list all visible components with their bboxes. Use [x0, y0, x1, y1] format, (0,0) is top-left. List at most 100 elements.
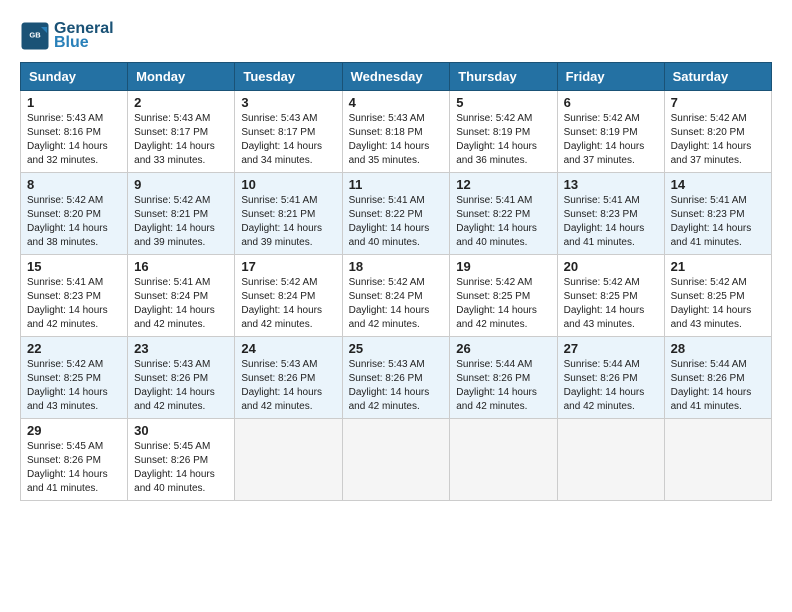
col-sunday: Sunday: [21, 63, 128, 91]
day-info: Sunrise: 5:41 AMSunset: 8:23 PMDaylight:…: [27, 276, 121, 332]
calendar-week-row: 8Sunrise: 5:42 AMSunset: 8:20 PMDaylight…: [21, 173, 772, 255]
day-number: 23: [134, 341, 228, 356]
logo-icon: GB: [20, 21, 50, 51]
calendar-day: 30 Sunrise: 5:45 AMSunset: 8:26 PMDayligh…: [128, 419, 235, 501]
day-number: 4: [349, 95, 444, 110]
day-info: Sunrise: 5:42 AMSunset: 8:21 PMDaylight:…: [134, 194, 228, 250]
day-info: Sunrise: 5:43 AMSunset: 8:18 PMDaylight:…: [349, 112, 444, 168]
calendar-day: 2 Sunrise: 5:43 AMSunset: 8:17 PMDaylight…: [128, 91, 235, 173]
day-number: 27: [564, 341, 658, 356]
day-info: Sunrise: 5:43 AMSunset: 8:26 PMDaylight:…: [349, 358, 444, 414]
day-number: 21: [671, 259, 765, 274]
day-info: Sunrise: 5:45 AMSunset: 8:26 PMDaylight:…: [27, 440, 121, 496]
day-number: 7: [671, 95, 765, 110]
calendar-day: 26 Sunrise: 5:44 AMSunset: 8:26 PMDayligh…: [450, 337, 557, 419]
day-number: 2: [134, 95, 228, 110]
day-number: 3: [241, 95, 335, 110]
calendar-day: 28 Sunrise: 5:44 AMSunset: 8:26 PMDayligh…: [664, 337, 771, 419]
day-number: 9: [134, 177, 228, 192]
day-number: 19: [456, 259, 550, 274]
col-wednesday: Wednesday: [342, 63, 450, 91]
calendar-day: 5 Sunrise: 5:42 AMSunset: 8:19 PMDaylight…: [450, 91, 557, 173]
day-info: Sunrise: 5:41 AMSunset: 8:21 PMDaylight:…: [241, 194, 335, 250]
day-number: 20: [564, 259, 658, 274]
page-header: GB General Blue: [20, 20, 772, 52]
svg-text:GB: GB: [29, 31, 41, 40]
calendar-day: 11 Sunrise: 5:41 AMSunset: 8:22 PMDayligh…: [342, 173, 450, 255]
day-info: Sunrise: 5:42 AMSunset: 8:25 PMDaylight:…: [564, 276, 658, 332]
day-number: 6: [564, 95, 658, 110]
day-number: 26: [456, 341, 550, 356]
calendar-day: 12Sunrise: 5:41 AMSunset: 8:22 PMDayligh…: [450, 173, 557, 255]
calendar-day: 8Sunrise: 5:42 AMSunset: 8:20 PMDaylight…: [21, 173, 128, 255]
calendar-week-row: 22 Sunrise: 5:42 AMSunset: 8:25 PMDayligh…: [21, 337, 772, 419]
day-info: Sunrise: 5:42 AMSunset: 8:20 PMDaylight:…: [671, 112, 765, 168]
logo: GB General Blue: [20, 20, 114, 52]
calendar-day: 18 Sunrise: 5:42 AMSunset: 8:24 PMDayligh…: [342, 255, 450, 337]
calendar-day: 13Sunrise: 5:41 AMSunset: 8:23 PMDayligh…: [557, 173, 664, 255]
day-info: Sunrise: 5:43 AMSunset: 8:26 PMDaylight:…: [241, 358, 335, 414]
day-info: Sunrise: 5:42 AMSunset: 8:25 PMDaylight:…: [27, 358, 121, 414]
day-number: 10: [241, 177, 335, 192]
day-info: Sunrise: 5:43 AMSunset: 8:17 PMDaylight:…: [241, 112, 335, 168]
day-number: 18: [349, 259, 444, 274]
day-info: Sunrise: 5:42 AMSunset: 8:25 PMDaylight:…: [671, 276, 765, 332]
col-saturday: Saturday: [664, 63, 771, 91]
day-info: Sunrise: 5:42 AMSunset: 8:19 PMDaylight:…: [456, 112, 550, 168]
day-info: Sunrise: 5:44 AMSunset: 8:26 PMDaylight:…: [456, 358, 550, 414]
empty-cell: [664, 419, 771, 501]
day-number: 12: [456, 177, 550, 192]
calendar-table: Sunday Monday Tuesday Wednesday Thursday…: [20, 62, 772, 501]
calendar-day: 15 Sunrise: 5:41 AMSunset: 8:23 PMDayligh…: [21, 255, 128, 337]
empty-cell: [557, 419, 664, 501]
calendar-day: 14 Sunrise: 5:41 AMSunset: 8:23 PMDayligh…: [664, 173, 771, 255]
calendar-day: 3 Sunrise: 5:43 AMSunset: 8:17 PMDaylight…: [235, 91, 342, 173]
calendar-day: 16 Sunrise: 5:41 AMSunset: 8:24 PMDayligh…: [128, 255, 235, 337]
col-thursday: Thursday: [450, 63, 557, 91]
calendar-day: 24 Sunrise: 5:43 AMSunset: 8:26 PMDayligh…: [235, 337, 342, 419]
day-number: 29: [27, 423, 121, 438]
calendar-day: 17 Sunrise: 5:42 AMSunset: 8:24 PMDayligh…: [235, 255, 342, 337]
day-number: 11: [349, 177, 444, 192]
day-number: 16: [134, 259, 228, 274]
empty-cell: [450, 419, 557, 501]
day-info: Sunrise: 5:43 AMSunset: 8:17 PMDaylight:…: [134, 112, 228, 168]
day-info: Sunrise: 5:41 AMSunset: 8:23 PMDaylight:…: [671, 194, 765, 250]
day-number: 24: [241, 341, 335, 356]
col-friday: Friday: [557, 63, 664, 91]
calendar-day: 9 Sunrise: 5:42 AMSunset: 8:21 PMDaylight…: [128, 173, 235, 255]
day-info: Sunrise: 5:42 AMSunset: 8:20 PMDaylight:…: [27, 194, 121, 250]
empty-cell: [342, 419, 450, 501]
calendar-day: 22 Sunrise: 5:42 AMSunset: 8:25 PMDayligh…: [21, 337, 128, 419]
day-number: 30: [134, 423, 228, 438]
calendar-day: 10 Sunrise: 5:41 AMSunset: 8:21 PMDayligh…: [235, 173, 342, 255]
day-info: Sunrise: 5:45 AMSunset: 8:26 PMDaylight:…: [134, 440, 228, 496]
day-number: 28: [671, 341, 765, 356]
empty-cell: [235, 419, 342, 501]
day-info: Sunrise: 5:41 AMSunset: 8:24 PMDaylight:…: [134, 276, 228, 332]
day-number: 22: [27, 341, 121, 356]
day-number: 1: [27, 95, 121, 110]
calendar-week-row: 1Sunrise: 5:43 AMSunset: 8:16 PMDaylight…: [21, 91, 772, 173]
day-info: Sunrise: 5:41 AMSunset: 8:22 PMDaylight:…: [349, 194, 444, 250]
col-tuesday: Tuesday: [235, 63, 342, 91]
day-info: Sunrise: 5:42 AMSunset: 8:24 PMDaylight:…: [241, 276, 335, 332]
col-monday: Monday: [128, 63, 235, 91]
day-info: Sunrise: 5:44 AMSunset: 8:26 PMDaylight:…: [564, 358, 658, 414]
calendar-day: 1Sunrise: 5:43 AMSunset: 8:16 PMDaylight…: [21, 91, 128, 173]
calendar-day: 7 Sunrise: 5:42 AMSunset: 8:20 PMDaylight…: [664, 91, 771, 173]
calendar-day: 4 Sunrise: 5:43 AMSunset: 8:18 PMDaylight…: [342, 91, 450, 173]
calendar-day: 25 Sunrise: 5:43 AMSunset: 8:26 PMDayligh…: [342, 337, 450, 419]
day-number: 14: [671, 177, 765, 192]
day-number: 17: [241, 259, 335, 274]
day-number: 5: [456, 95, 550, 110]
day-info: Sunrise: 5:42 AMSunset: 8:25 PMDaylight:…: [456, 276, 550, 332]
calendar-day: 23Sunrise: 5:43 AMSunset: 8:26 PMDayligh…: [128, 337, 235, 419]
day-number: 15: [27, 259, 121, 274]
day-info: Sunrise: 5:42 AMSunset: 8:24 PMDaylight:…: [349, 276, 444, 332]
calendar-day: 27 Sunrise: 5:44 AMSunset: 8:26 PMDayligh…: [557, 337, 664, 419]
calendar-header-row: Sunday Monday Tuesday Wednesday Thursday…: [21, 63, 772, 91]
calendar-week-row: 15 Sunrise: 5:41 AMSunset: 8:23 PMDayligh…: [21, 255, 772, 337]
day-number: 25: [349, 341, 444, 356]
day-info: Sunrise: 5:44 AMSunset: 8:26 PMDaylight:…: [671, 358, 765, 414]
